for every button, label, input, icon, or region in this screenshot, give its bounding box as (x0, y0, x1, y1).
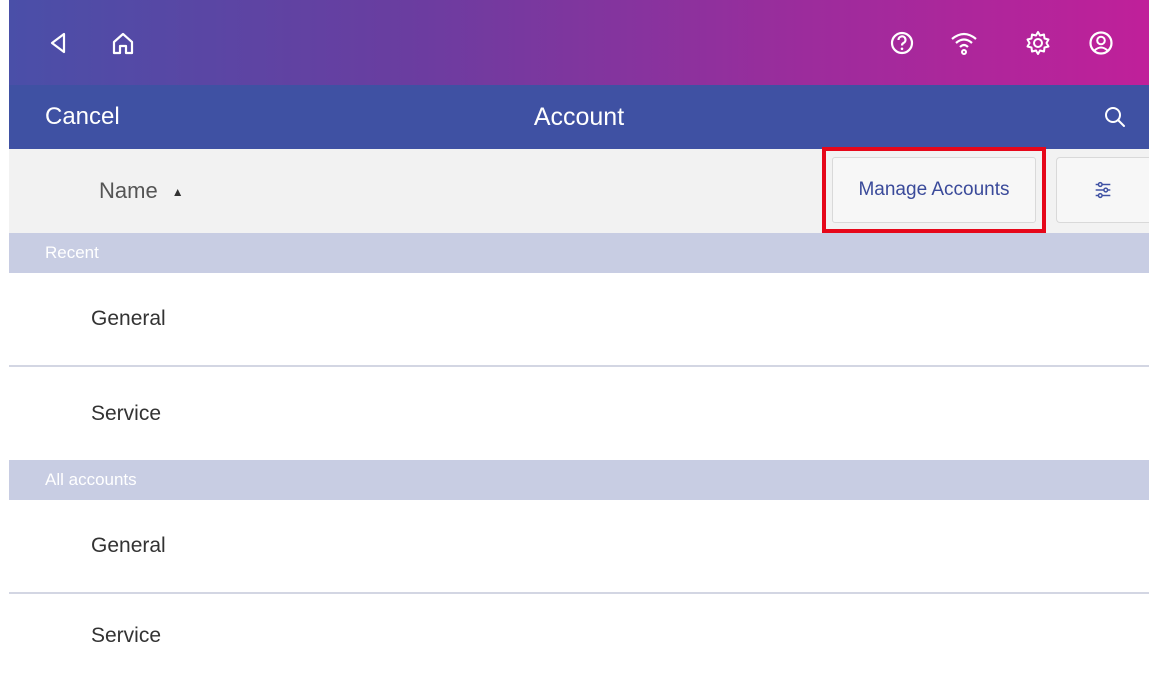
section-header-all-accounts: All accounts (9, 460, 1149, 500)
manage-accounts-button[interactable]: Manage Accounts (832, 157, 1036, 223)
back-icon[interactable] (42, 26, 76, 60)
sort-ascending-icon: ▲ (171, 185, 184, 200)
page-title: Account (533, 103, 625, 131)
list-item[interactable]: General (9, 273, 1149, 365)
sort-by-name[interactable]: Name ▲ (99, 149, 184, 233)
list-item[interactable]: General (9, 500, 1149, 592)
wifi-icon[interactable] (947, 26, 981, 60)
title-bar: Cancel Account (9, 85, 1149, 149)
list-item-label: Service (91, 623, 162, 647)
filter-icon (1095, 181, 1111, 199)
home-icon[interactable] (106, 26, 140, 60)
settings-icon[interactable] (1021, 26, 1055, 60)
list-item-label: General (91, 534, 166, 557)
help-icon[interactable] (885, 26, 919, 60)
list-item[interactable]: Service (9, 594, 1149, 677)
search-icon[interactable] (1099, 101, 1131, 133)
filter-button[interactable] (1056, 157, 1149, 223)
cancel-button[interactable]: Cancel (45, 85, 120, 149)
sort-column-label: Name (99, 178, 158, 203)
section-header-recent: Recent (9, 233, 1149, 273)
list-item-label: Service (91, 401, 162, 425)
list-item-label: General (91, 307, 166, 330)
list-item[interactable]: Service (9, 367, 1149, 460)
status-bar (9, 0, 1149, 85)
account-icon[interactable] (1084, 26, 1118, 60)
